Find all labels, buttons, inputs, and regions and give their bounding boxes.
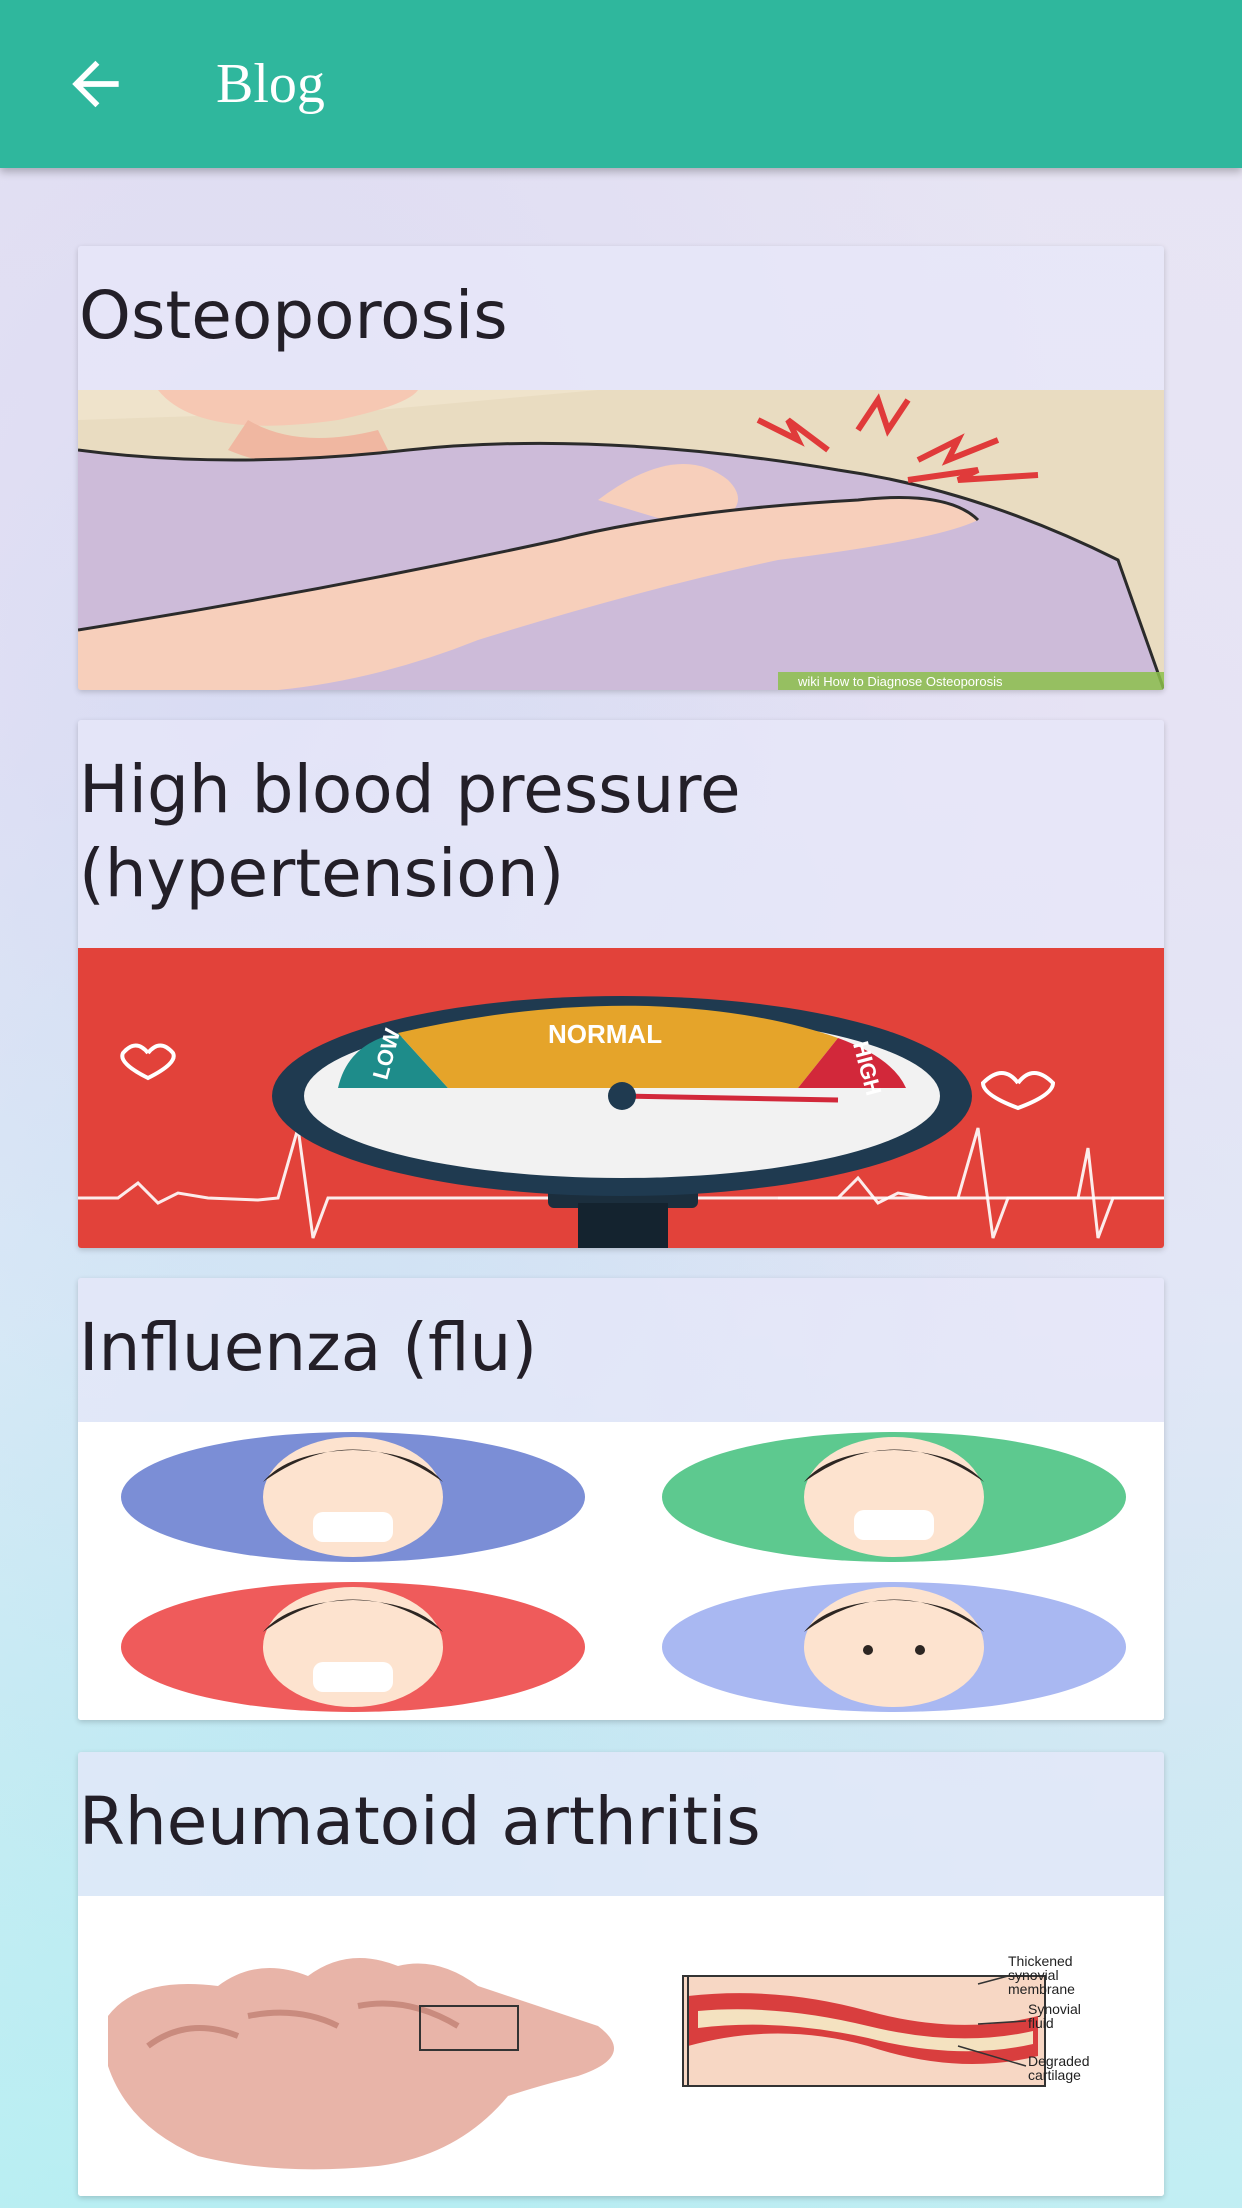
blog-card-title: Influenza (flu) bbox=[79, 1309, 538, 1386]
blood-pressure-gauge-image: LOW NORMAL HIGH bbox=[78, 948, 1164, 1248]
blog-card-osteoporosis[interactable]: Osteoporosis wiki How to Diagnose Osteop… bbox=[78, 246, 1164, 690]
svg-text:NORMAL: NORMAL bbox=[548, 1019, 662, 1049]
svg-text:fluid: fluid bbox=[1028, 2015, 1054, 2031]
app-bar: Blog bbox=[0, 0, 1242, 168]
flu-symptoms-image bbox=[78, 1422, 1164, 1720]
blog-card-title: Osteoporosis bbox=[79, 277, 508, 354]
blog-card-title-line-2: (hypertension) bbox=[79, 835, 565, 912]
arrow-left-icon[interactable] bbox=[62, 50, 130, 118]
blog-card-title-line-1: High blood pressure bbox=[79, 751, 741, 828]
shoulder-pain-image: wiki How to Diagnose Osteoporosis bbox=[78, 390, 1164, 690]
blog-card-rheumatoid-arthritis[interactable]: Rheumatoid arthritis Thickened synovial … bbox=[78, 1752, 1164, 2196]
blog-card-title: Rheumatoid arthritis bbox=[79, 1783, 761, 1860]
arthritis-hand-image: Thickened synovial membrane Synovial flu… bbox=[78, 1896, 1164, 2196]
page-title: Blog bbox=[216, 53, 325, 115]
image-caption: wiki How to Diagnose Osteoporosis bbox=[797, 674, 1003, 689]
blog-card-high-blood-pressure[interactable]: High blood pressure (hypertension) LOW N… bbox=[78, 720, 1164, 1248]
blog-card-influenza[interactable]: Influenza (flu) bbox=[78, 1278, 1164, 1720]
svg-text:cartilage: cartilage bbox=[1028, 2067, 1081, 2083]
svg-text:membrane: membrane bbox=[1008, 1981, 1075, 1997]
